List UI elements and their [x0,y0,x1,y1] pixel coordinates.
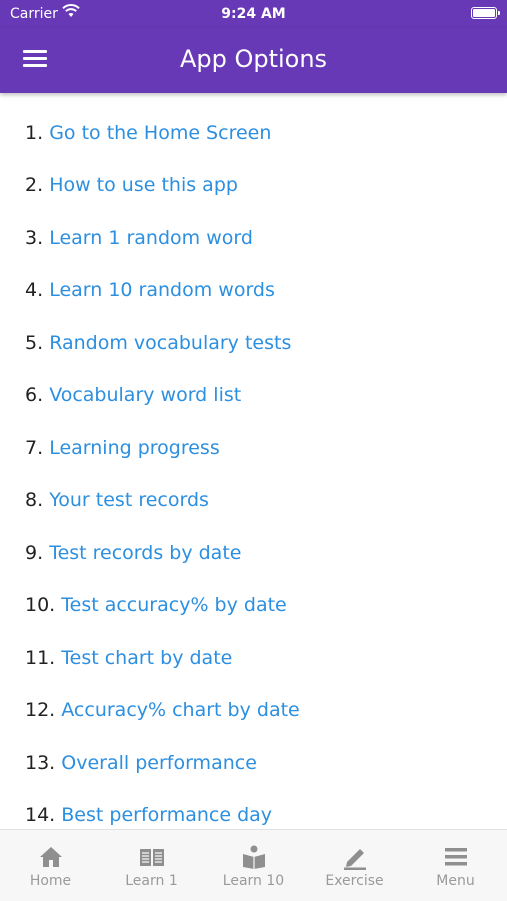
option-item[interactable]: 7. Learning progress [25,433,220,463]
battery-icon [471,7,500,19]
book-icon [140,849,164,866]
option-item[interactable]: 3. Learn 1 random word [25,223,253,253]
tab-label: Menu [436,873,475,889]
option-item[interactable]: 6. Vocabulary word list [25,380,241,410]
tab-bar: Home Learn 1 Learn 10 Exercise Menu [0,829,507,901]
option-link[interactable]: Go to the Home Screen [49,122,271,144]
option-item[interactable]: 14. Best performance day [25,800,272,830]
option-item[interactable]: 12. Accuracy% chart by date [25,695,300,725]
option-link[interactable]: Learn 10 random words [49,279,275,301]
option-item[interactable]: 8. Your test records [25,485,209,515]
option-link[interactable]: Test records by date [49,542,241,564]
option-item[interactable]: 10. Test accuracy% by date [25,590,287,620]
option-item[interactable]: 4. Learn 10 random words [25,275,275,305]
option-item[interactable]: 11. Test chart by date [25,643,232,673]
tab-home[interactable]: Home [0,830,101,901]
tab-label: Exercise [325,873,384,889]
option-item[interactable]: 9. Test records by date [25,538,241,568]
option-link[interactable]: Best performance day [61,804,272,826]
tab-label: Learn 10 [222,873,285,889]
pencil-icon [344,849,366,870]
option-number: 3. [25,227,44,249]
option-link[interactable]: Test accuracy% by date [61,594,286,616]
option-link[interactable]: Vocabulary word list [49,384,241,406]
option-number: 8. [25,489,44,511]
option-link[interactable]: How to use this app [49,174,238,196]
option-number: 4. [25,279,44,301]
navigation-bar: App Options [0,28,507,93]
option-number: 2. [25,174,44,196]
option-link[interactable]: Your test records [49,489,209,511]
option-number: 13. [25,752,56,774]
option-number: 9. [25,542,44,564]
option-link[interactable]: Learning progress [49,437,220,459]
option-item[interactable]: 5. Random vocabulary tests [25,328,291,358]
page-title: App Options [179,45,328,73]
option-number: 10. [25,594,56,616]
tab-learn-10[interactable]: Learn 10 [203,830,304,901]
option-link[interactable]: Learn 1 random word [49,227,253,249]
option-number: 12. [25,699,56,721]
option-number: 5. [25,332,44,354]
option-item[interactable]: 1. Go to the Home Screen [25,118,271,148]
tab-exercise[interactable]: Exercise [304,830,405,901]
option-number: 6. [25,384,44,406]
tab-learn-1[interactable]: Learn 1 [101,830,202,901]
option-number: 11. [25,647,56,669]
option-item[interactable]: 13. Overall performance [25,748,257,778]
home-icon [40,847,62,867]
tab-label: Learn 1 [125,873,178,889]
status-bar: Carrier 9:24 AM [0,0,507,28]
clock-time: 9:24 AM [221,6,286,22]
option-link[interactable]: Overall performance [61,752,257,774]
option-link[interactable]: Accuracy% chart by date [61,699,299,721]
option-item[interactable]: 2. How to use this app [25,170,238,200]
option-number: 14. [25,804,56,826]
option-number: 1. [25,122,44,144]
option-link[interactable]: Test chart by date [61,647,232,669]
menu-icon [445,848,467,866]
reader-icon [243,845,265,869]
tab-label: Home [29,873,72,889]
option-number: 7. [25,437,44,459]
tab-menu[interactable]: Menu [405,830,506,901]
option-link[interactable]: Random vocabulary tests [49,332,291,354]
